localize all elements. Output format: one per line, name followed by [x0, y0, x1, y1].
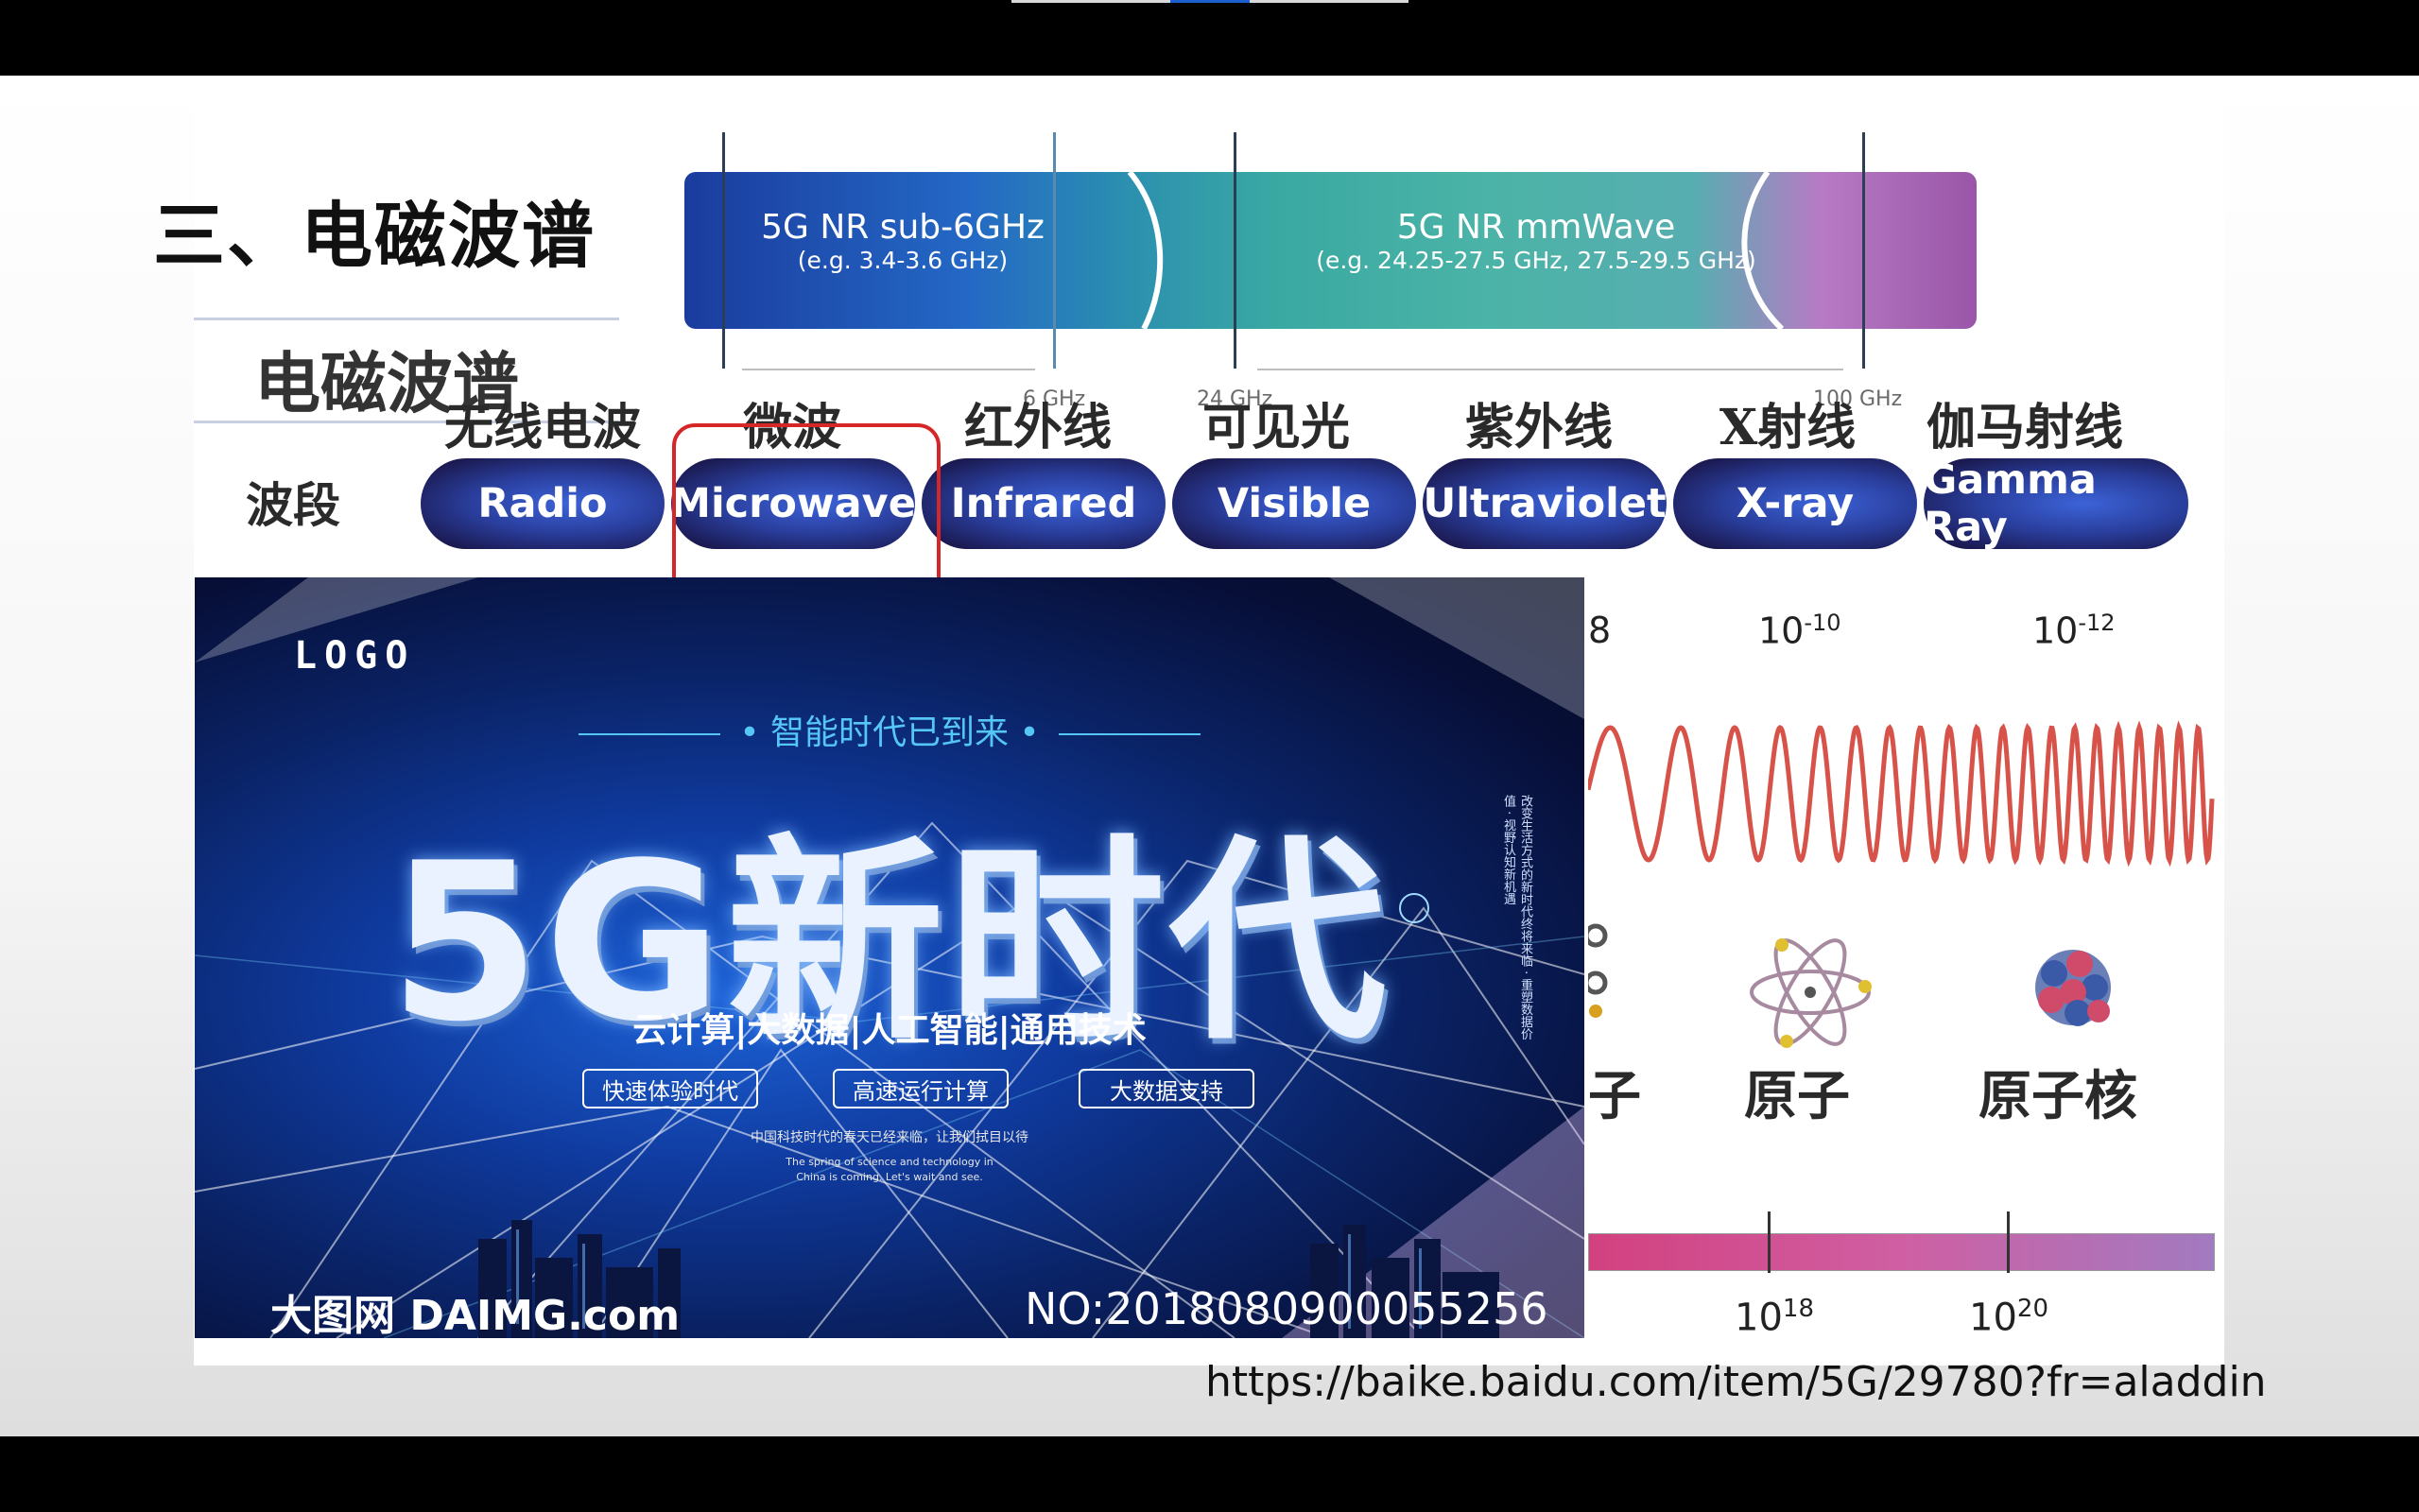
- frequency-base: 10: [1735, 1296, 1783, 1340]
- poster-badge-2: 高速运行计算: [833, 1069, 1009, 1108]
- wavelength-base: 10: [1758, 610, 1805, 652]
- frequency-bar: [1588, 1233, 2215, 1271]
- molecule-icon-partial: [1588, 923, 1608, 1018]
- wavelength-partial: 8: [1588, 610, 1612, 651]
- band-zh-infrared: 红外线: [963, 399, 1112, 456]
- atom-icon: [1750, 938, 1872, 1048]
- band-pill-radio: Radio: [421, 458, 665, 549]
- source-url: https://baike.baidu.com/item/5G/29780?fr…: [1205, 1358, 2267, 1406]
- frequency-base: 10: [1969, 1296, 2017, 1340]
- poster-badge-1: 快速体验时代: [582, 1069, 758, 1108]
- marker-line-100ghz: [1862, 132, 1865, 369]
- poster-watermark-brand: 大图网 DAIMG.com: [270, 1292, 681, 1338]
- slide-progress-indicator: [1011, 0, 1408, 3]
- frequency-1e20: 1020: [1969, 1295, 2048, 1339]
- slide-progress-current: [1170, 0, 1250, 3]
- sub6-band-range: (e.g. 3.4-3.6 GHz): [797, 247, 1009, 274]
- mmwave-band-range: (e.g. 24.25-27.5 GHz, 27.5-29.5 GHz): [1316, 247, 1756, 274]
- band-pill-visible: Visible: [1172, 458, 1416, 549]
- slide-title: 三、电磁波谱: [153, 194, 596, 278]
- band-zh-visible: 可见光: [1201, 399, 1350, 456]
- band-pill-infrared: Infrared: [922, 458, 1166, 549]
- poster-logo: LOGO: [294, 634, 416, 678]
- wavelength-exponent: -12: [2078, 610, 2116, 636]
- frequency-exponent: 18: [1782, 1295, 1814, 1323]
- marker-line-6ghz: [1053, 132, 1056, 369]
- sub6-band-label: 5G NR sub-6GHz (e.g. 3.4-3.6 GHz): [723, 208, 1082, 274]
- wavelength-exponent: -10: [1804, 610, 1841, 636]
- nucleus-label: 原子核: [1978, 1065, 2137, 1127]
- range-line-mmwave: [1257, 369, 1843, 370]
- band-pill-gamma: Gamma Ray: [1924, 456, 2188, 551]
- nucleus-icon: [2035, 950, 2111, 1026]
- poster-badge-3: 大数据支持: [1079, 1069, 1254, 1108]
- band-zh-gamma: 伽马射线: [1926, 399, 2123, 456]
- poster-watermark-number: NO:20180809000552​56: [1025, 1283, 1548, 1334]
- wavelength-base: 10: [2032, 610, 2079, 652]
- frequency-1e18: 1018: [1735, 1295, 1814, 1339]
- poster-small-en-1: The spring of science and technology in: [786, 1156, 994, 1168]
- freq-tick-20: [2007, 1211, 2010, 1273]
- frequency-exponent: 20: [2016, 1295, 2048, 1323]
- band-zh-radio: 无线电波: [443, 399, 641, 456]
- band-zh-ultraviolet: 紫外线: [1464, 399, 1613, 456]
- presentation-slide: 电磁波谱 5G NR sub-6GHz (e.g. 3.4-3.6 GHz) 5…: [0, 76, 2419, 1436]
- band-pill-xray: X-ray: [1673, 458, 1917, 549]
- freq-tick-18: [1768, 1211, 1771, 1273]
- top-black-bar: [0, 0, 2419, 76]
- poster-small-cn: 中国科技时代的春天已经来临，让我们拭目以待: [751, 1130, 1028, 1145]
- mmwave-band-title: 5G NR mmWave: [1396, 208, 1676, 247]
- object-partial-label: 子: [1588, 1065, 1641, 1127]
- poster-small-en-2: China is coming. Let's wait and see.: [796, 1171, 983, 1183]
- sub6-band-title: 5G NR sub-6GHz: [761, 208, 1045, 247]
- marker-line-start: [722, 132, 725, 369]
- poster-side-text: 改变生活方式的新时代终将来临 · 重塑数据价值 · 视野认知新机遇: [1501, 795, 1532, 1040]
- range-line-sub6: [742, 369, 1035, 370]
- 5g-poster-image: LOGO • 智能时代已到来 • 5G新时代 云计算|大数据|人工智能|通用技术…: [195, 577, 1584, 1338]
- band-row-label: 波段: [246, 477, 340, 533]
- wavelength-1e-10: 10-10: [1758, 610, 1841, 652]
- atom-label: 原子: [1744, 1065, 1850, 1127]
- wavelength-1e-12: 10-12: [2032, 610, 2116, 652]
- wave-graphic: [1588, 720, 2215, 868]
- marker-line-24ghz: [1234, 132, 1236, 369]
- poster-keywords: 云计算|大数据|人工智能|通用技术: [632, 1011, 1147, 1050]
- poster-tagline: • 智能时代已到来 •: [195, 705, 1584, 754]
- band-pill-ultraviolet: Ultraviolet: [1423, 458, 1667, 549]
- mmwave-band-label: 5G NR mmWave (e.g. 24.25-27.5 GHz, 27.5-…: [1290, 208, 1782, 274]
- bottom-black-bar: [0, 1436, 2419, 1512]
- band-zh-xray: X射线: [1719, 399, 1857, 456]
